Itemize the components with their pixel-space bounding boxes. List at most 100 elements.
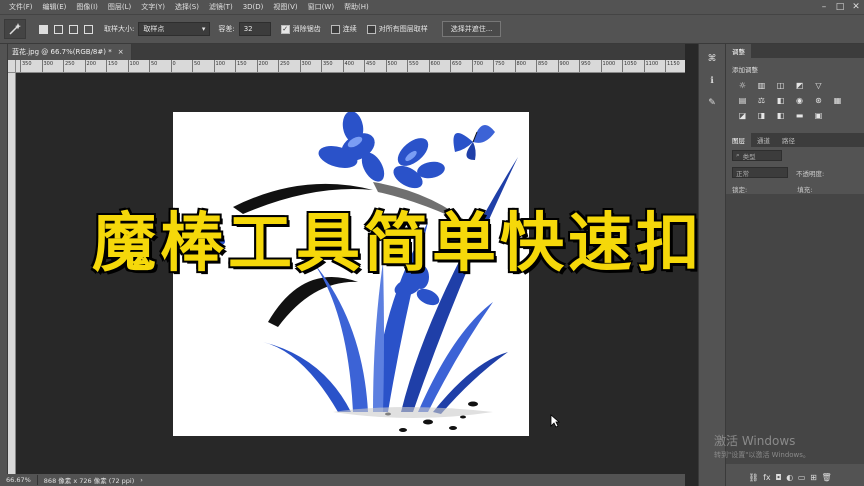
ruler-tick-label: 200 (84, 60, 96, 72)
ruler-corner (8, 60, 16, 73)
lock-label: 锁定: (732, 186, 748, 194)
sample-size-select[interactable]: 取样点 ▾ (138, 22, 211, 36)
history-icon[interactable]: ⌘ (703, 52, 721, 66)
delete-layer-icon[interactable]: 🗑 (821, 473, 831, 482)
ruler-tick-label: 1050 (622, 60, 637, 72)
menu-type[interactable]: 文字(Y) (136, 2, 170, 12)
right-panel: 调整 添加调整 ☼ ▥ ◫ ◩ ▽ ▤ ⚖ ◧ ◉ ⊛ ▦ ◪ ◨ ◧ ▬ ▣ … (726, 44, 864, 486)
tolerance-label: 容差: (218, 25, 235, 33)
menu-layer[interactable]: 图层(L) (103, 2, 136, 12)
selective-color-icon[interactable]: ▣ (812, 110, 825, 121)
new-adjustment-icon[interactable]: ◐ (786, 473, 793, 482)
ruler-tick-label: 800 (514, 60, 526, 72)
maximize-icon[interactable]: □ (832, 0, 848, 14)
menu-3d[interactable]: 3D(D) (238, 3, 269, 11)
tolerance-value: 32 (243, 25, 253, 33)
levels-icon[interactable]: ▥ (755, 80, 768, 91)
menu-window[interactable]: 窗口(W) (303, 2, 339, 12)
close-tab-icon[interactable]: × (118, 48, 124, 56)
tab-channels[interactable]: 通道 (751, 133, 776, 147)
butterfly (453, 124, 495, 160)
ruler-tick-label: 100 (213, 60, 225, 72)
tab-adjustments[interactable]: 调整 (726, 44, 751, 58)
subtract-selection-icon[interactable] (69, 24, 78, 34)
ruler-tick-label: 300 (41, 60, 53, 72)
layer-kind-label: 类型 (742, 152, 756, 161)
ruler-tick-label: 300 (299, 60, 311, 72)
color-balance-icon[interactable]: ⚖ (755, 95, 768, 106)
brush-settings-icon[interactable]: ✎ (703, 96, 721, 110)
close-icon[interactable]: ✕ (848, 0, 864, 14)
layer-style-icon[interactable]: fx (763, 473, 771, 482)
ruler-tick-label: 700 (471, 60, 483, 72)
ruler-tick-label: 150 (235, 60, 247, 72)
menu-edit[interactable]: 编辑(E) (38, 2, 72, 12)
blend-row: 正常 不透明度: (726, 164, 864, 181)
ruler-tick-label: 350 (20, 60, 32, 72)
menu-help[interactable]: 帮助(H) (339, 2, 374, 12)
posterize-icon[interactable]: ◨ (755, 110, 768, 121)
contiguous-checkbox[interactable] (330, 24, 340, 34)
add-mask-icon[interactable]: ◘ (775, 473, 781, 482)
photo-filter-icon[interactable]: ◉ (793, 95, 806, 106)
blend-mode-value: 正常 (736, 169, 749, 178)
tab-layers[interactable]: 图层 (726, 133, 751, 147)
hue-saturation-icon[interactable]: ▤ (736, 95, 749, 106)
chevron-right-icon[interactable]: › (140, 476, 143, 484)
chevron-down-icon: ▾ (201, 25, 206, 33)
opacity-label: 不透明度: (796, 169, 825, 178)
horizontal-ruler: 350 300 250 200 150 100 50 0 50 100 150 200 250 300 35… (16, 60, 685, 73)
contiguous-label: 连续 (342, 25, 357, 33)
options-bar: 取样大小: 取样点 ▾ 容差: 32 ✓ 消除锯齿 连续 对所有图层取样 选择并… (0, 14, 864, 44)
layers-list[interactable] (726, 194, 864, 464)
menu-view[interactable]: 视图(V) (268, 2, 302, 12)
menu-file[interactable]: 文件(F) (4, 2, 38, 12)
color-lookup-icon[interactable]: ▦ (831, 95, 844, 106)
blend-mode-select[interactable]: 正常 (732, 167, 788, 178)
window-controls: – □ ✕ (816, 0, 864, 14)
ruler-tick-label: 1000 (600, 60, 615, 72)
channel-mixer-icon[interactable]: ⊛ (812, 95, 825, 106)
ruler-tick-label: 1100 (643, 60, 658, 72)
link-layers-icon[interactable]: ⛓ (748, 473, 758, 482)
sample-size-value: 取样点 (143, 25, 165, 33)
brightness-contrast-icon[interactable]: ☼ (736, 80, 749, 91)
ruler-tick-label: 100 (127, 60, 139, 72)
sample-size-label: 取样大小: (104, 25, 135, 33)
add-selection-icon[interactable] (54, 24, 63, 34)
invert-icon[interactable]: ◪ (736, 110, 749, 121)
new-group-icon[interactable]: ▭ (798, 473, 806, 482)
ruler-tick-label: 0 (170, 60, 176, 72)
properties-icon[interactable]: ℹ (703, 74, 721, 88)
ruler-tick-label: 500 (385, 60, 397, 72)
sample-all-layers-checkbox[interactable] (366, 24, 376, 34)
menu-filter[interactable]: 滤镜(T) (204, 2, 238, 12)
menu-image[interactable]: 图像(I) (71, 2, 103, 12)
ruler-tick-label: 550 (407, 60, 419, 72)
magic-wand-tool-icon[interactable] (4, 19, 26, 39)
activation-watermark-subtitle: 转到"设置"以激活 Windows。 (714, 451, 810, 459)
vibrance-icon[interactable]: ▽ (812, 80, 825, 91)
ruler-tick-label: 250 (278, 60, 290, 72)
sample-all-layers-label: 对所有图层取样 (378, 25, 428, 33)
zoom-level[interactable]: 66.67% (6, 476, 31, 484)
threshold-icon[interactable]: ◧ (774, 110, 787, 121)
add-adjustment-title: 添加调整 (732, 66, 758, 74)
minimize-icon[interactable]: – (816, 0, 832, 14)
exposure-icon[interactable]: ◩ (793, 80, 806, 91)
document-tab[interactable]: 蓝花.jpg @ 66.7%(RGB/8#) * × (8, 44, 132, 60)
tolerance-input[interactable]: 32 (238, 22, 271, 36)
layer-kind-select[interactable]: ⌕ 类型 (732, 150, 782, 161)
curves-icon[interactable]: ◫ (774, 80, 787, 91)
tools-panel (0, 44, 8, 474)
tab-paths[interactable]: 路径 (776, 133, 801, 147)
document-canvas[interactable] (173, 112, 529, 436)
new-layer-icon[interactable]: ⊞ (810, 473, 817, 482)
select-and-mask-button[interactable]: 选择并遮住... (441, 21, 502, 37)
antialias-checkbox[interactable]: ✓ (280, 24, 290, 34)
menu-select[interactable]: 选择(S) (170, 2, 204, 12)
gradient-map-icon[interactable]: ▬ (793, 110, 806, 121)
black-white-icon[interactable]: ◧ (774, 95, 787, 106)
new-selection-icon[interactable] (39, 24, 48, 34)
intersect-selection-icon[interactable] (84, 24, 93, 34)
